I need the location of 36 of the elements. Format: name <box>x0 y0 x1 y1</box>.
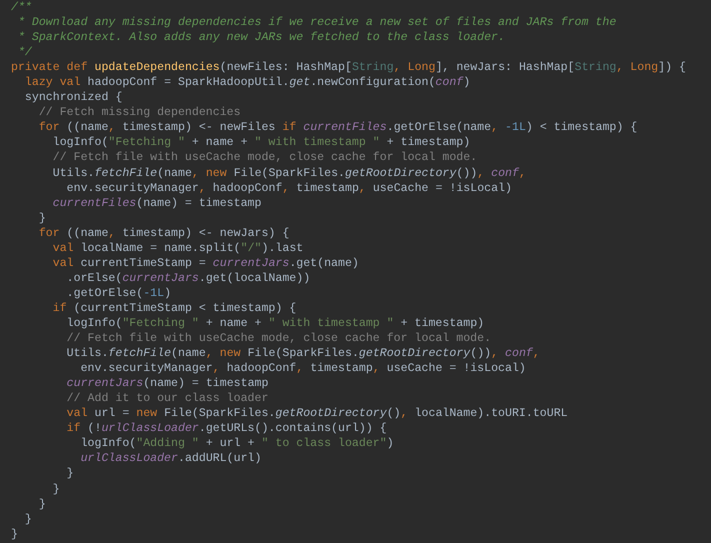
code-line: for ((name, timestamp) <- newJars) { <box>38 226 290 241</box>
code-line: } <box>11 526 19 542</box>
code-line: } <box>66 466 75 482</box>
code-line: val localName = name.split("/").last <box>52 240 304 256</box>
code-line: logInfo("Adding " + url + " to class loader") <box>80 436 395 452</box>
code-line: lazy val hadoopConf = SparkHadoopUtil.get.newConfiguration(conf) <box>24 75 472 90</box>
code-line: logInfo("Fetching " + name + " with timestamp " + timestamp) <box>66 316 486 332</box>
code-line: for ((name, timestamp) <- newFiles if currentFiles.getOrElse(name, -1L) < timestamp) { <box>38 120 638 136</box>
code-line: // Fetch missing dependencies <box>38 105 242 120</box>
code-line: currentFiles(name) = timestamp <box>52 196 262 211</box>
code-line: urlClassLoader.addURL(url) <box>80 451 262 466</box>
code-line: */ <box>16 45 33 60</box>
code-line: private def updateDependencies(newFiles: HashMap[String, Long], newJars: HashMap[String, Long]) { <box>11 60 687 76</box>
code-line: .orElse(currentJars.get(localName)) <box>66 270 312 286</box>
code-line: // Fetch file with useCache mode, close cache for local mode. <box>52 150 478 166</box>
code-line: * SparkContext. Also adds any new JARs we fetched to the class loader. <box>16 30 506 46</box>
code-line: } <box>52 482 61 497</box>
code-line: if (currentTimeStamp < timestamp) { <box>52 300 298 316</box>
code-line: } <box>24 512 33 527</box>
code-line: // Fetch file with useCache mode, close cache for local mode. <box>66 331 492 346</box>
code-line: currentJars(name) = timestamp <box>66 376 270 392</box>
code-line: /** <box>11 0 33 16</box>
code-line: env.securityManager, hadoopConf, timestamp, useCache = !isLocal) <box>66 180 513 196</box>
code-line: Utils.fetchFile(name, new File(SparkFiles.getRootDirectory()), conf, <box>52 166 527 181</box>
code-line: .getOrElse(-1L) <box>66 286 172 301</box>
code-line: } <box>38 496 47 512</box>
code-line: val currentTimeStamp = currentJars.get(name) <box>52 256 360 271</box>
code-line: Utils.fetchFile(name, new File(SparkFiles.getRootDirectory()), conf, <box>66 346 541 362</box>
code-line: } <box>38 210 47 226</box>
code-line: logInfo("Fetching " + name + " with timestamp " + timestamp) <box>52 135 472 150</box>
code-line: val url = new File(SparkFiles.getRootDirectory(), localName).toURI.toURL <box>66 406 569 422</box>
code-line: * Download any missing dependencies if we receive a new set of files and JARs from the <box>16 15 618 30</box>
code-line: if (!urlClassLoader.getURLs().contains(url)) { <box>66 421 388 436</box>
code-line: env.securityManager, hadoopConf, timestamp, useCache = !isLocal) <box>80 361 527 376</box>
code-line: synchronized { <box>24 90 124 106</box>
code-line: // Add it to our class loader <box>66 391 270 406</box>
